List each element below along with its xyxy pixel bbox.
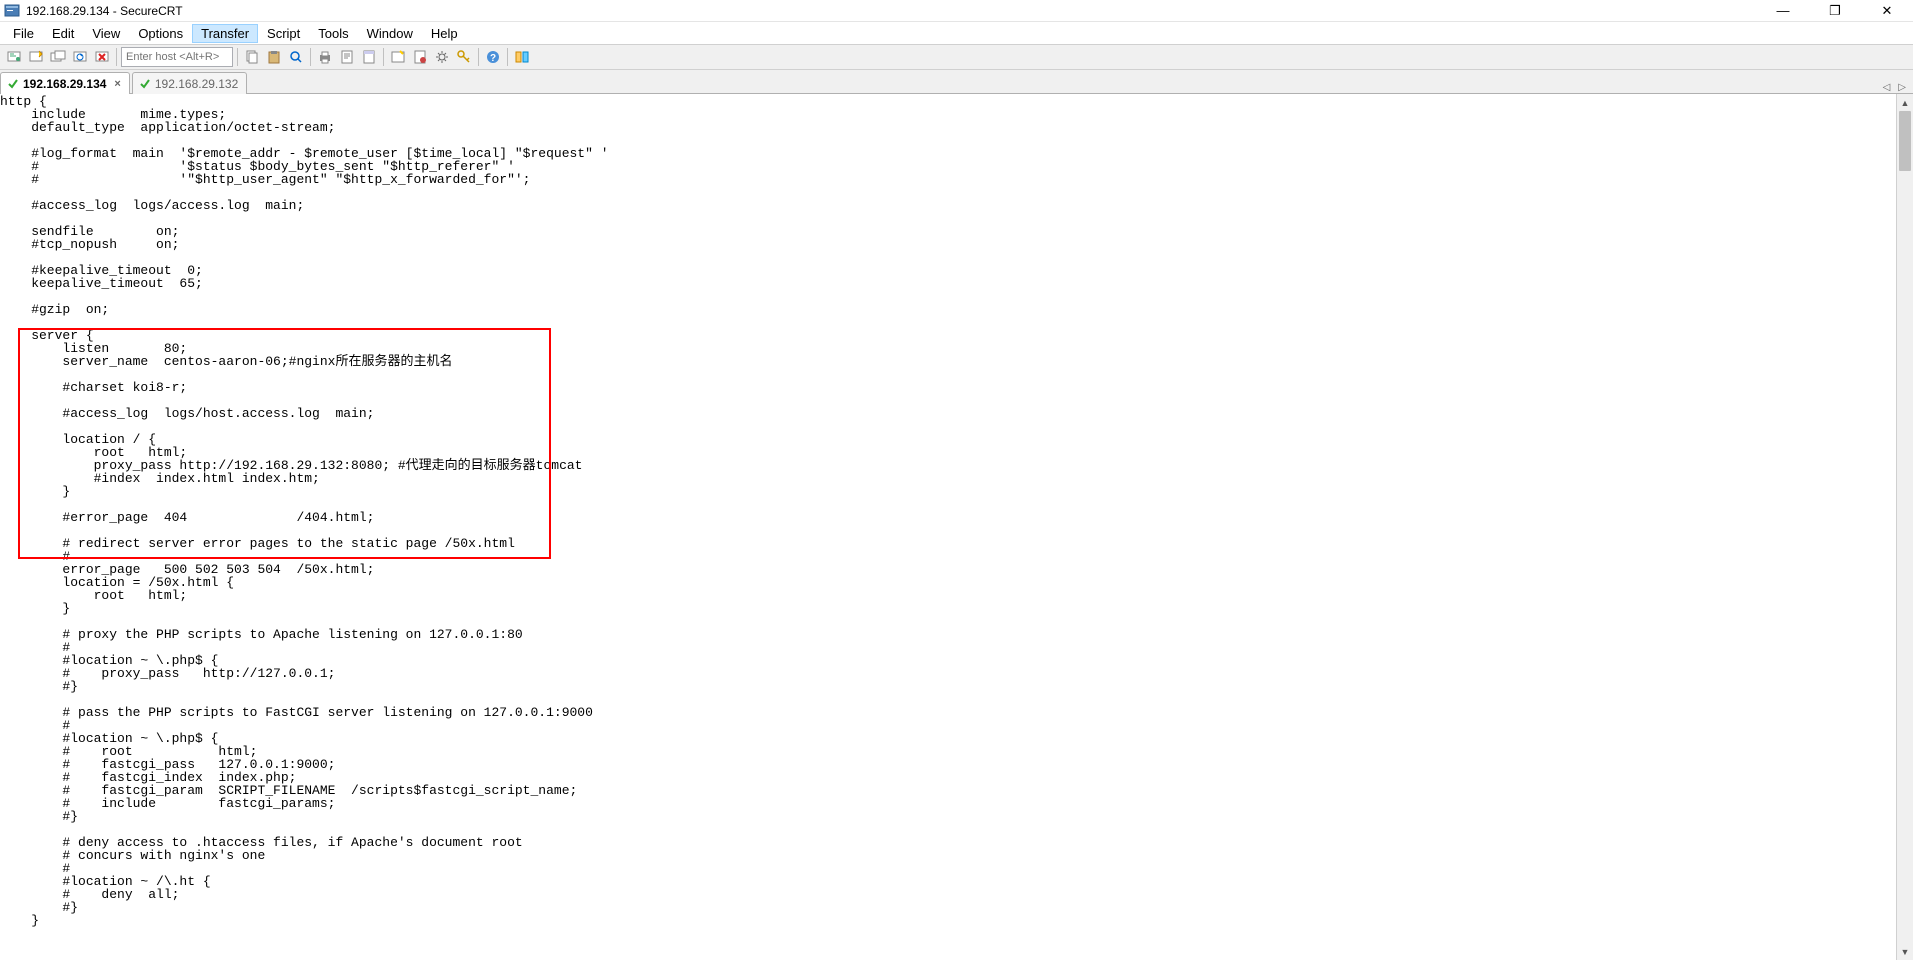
tab-label: 192.168.29.134: [23, 77, 106, 91]
window-title: 192.168.29.134 - SecureCRT: [26, 4, 183, 18]
print-icon[interactable]: [315, 47, 335, 67]
close-icon[interactable]: ×: [114, 78, 120, 90]
settings-icon[interactable]: [432, 47, 452, 67]
tab-nav: ◁ ▷: [1880, 82, 1913, 93]
menu-file[interactable]: File: [4, 24, 43, 43]
close-button[interactable]: ✕: [1873, 3, 1901, 19]
toggle-view-icon[interactable]: [512, 47, 532, 67]
tab-next-icon[interactable]: ▷: [1895, 82, 1909, 93]
toolbar-separator: [116, 48, 117, 66]
check-icon: [139, 78, 151, 90]
svg-text:?: ?: [490, 53, 496, 64]
maximize-button[interactable]: ❐: [1821, 3, 1849, 19]
terminal-output[interactable]: http { include mime.types; default_type …: [0, 94, 1913, 927]
new-session-icon[interactable]: [388, 47, 408, 67]
connect-tab-icon[interactable]: [48, 47, 68, 67]
properties-icon[interactable]: [337, 47, 357, 67]
tabbar: 192.168.29.134 × 192.168.29.132 ◁ ▷: [0, 70, 1913, 94]
menu-edit[interactable]: Edit: [43, 24, 83, 43]
toolbar-separator: [310, 48, 311, 66]
toolbar-separator: [478, 48, 479, 66]
scroll-down-icon[interactable]: ▼: [1897, 943, 1913, 960]
menu-script[interactable]: Script: [258, 24, 309, 43]
toolbar-separator: [237, 48, 238, 66]
reconnect-icon[interactable]: [70, 47, 90, 67]
toolbar-separator: [507, 48, 508, 66]
copy-icon[interactable]: [242, 47, 262, 67]
quick-connect-icon[interactable]: [26, 47, 46, 67]
scroll-track[interactable]: [1897, 111, 1913, 943]
help-icon[interactable]: ?: [483, 47, 503, 67]
vertical-scrollbar[interactable]: ▲ ▼: [1896, 94, 1913, 960]
find-icon[interactable]: [286, 47, 306, 67]
session-options-icon[interactable]: [359, 47, 379, 67]
menu-tools[interactable]: Tools: [309, 24, 357, 43]
menu-window[interactable]: Window: [358, 24, 422, 43]
scroll-up-icon[interactable]: ▲: [1897, 94, 1913, 111]
menu-transfer[interactable]: Transfer: [192, 24, 258, 43]
app-icon: [4, 3, 20, 19]
tab-label: 192.168.29.132: [155, 77, 238, 91]
window-controls: — ❐ ✕: [1769, 3, 1909, 19]
minimize-button[interactable]: —: [1769, 3, 1797, 18]
menubar: File Edit View Options Transfer Script T…: [0, 22, 1913, 44]
toolbar: ?: [0, 44, 1913, 70]
key-icon[interactable]: [454, 47, 474, 67]
menu-help[interactable]: Help: [422, 24, 467, 43]
host-input[interactable]: [121, 47, 233, 67]
menu-view[interactable]: View: [83, 24, 129, 43]
paste-icon[interactable]: [264, 47, 284, 67]
terminal-area[interactable]: http { include mime.types; default_type …: [0, 94, 1913, 960]
titlebar: 192.168.29.134 - SecureCRT — ❐ ✕: [0, 0, 1913, 22]
tab-active[interactable]: 192.168.29.134 ×: [0, 72, 130, 94]
tab-inactive[interactable]: 192.168.29.132: [132, 72, 247, 94]
connect-icon[interactable]: [4, 47, 24, 67]
tab-prev-icon[interactable]: ◁: [1880, 82, 1894, 93]
menu-options[interactable]: Options: [129, 24, 192, 43]
log-session-icon[interactable]: [410, 47, 430, 67]
check-icon: [7, 78, 19, 90]
disconnect-icon[interactable]: [92, 47, 112, 67]
scroll-thumb[interactable]: [1899, 111, 1911, 171]
toolbar-separator: [383, 48, 384, 66]
